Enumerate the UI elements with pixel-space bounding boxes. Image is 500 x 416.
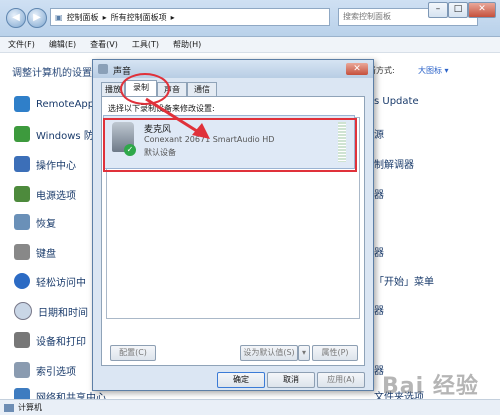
properties-button[interactable]: 属性(P) [312, 345, 358, 361]
cp-item-recovery[interactable]: 恢复 [14, 214, 56, 230]
cp-item-start-menu[interactable]: 「开始」菜单 [374, 273, 434, 288]
address-bar[interactable]: ▣ 控制面板 ▸ 所有控制面板项 ▸ [50, 8, 330, 26]
chevron-right-icon: ▸ [170, 12, 175, 22]
set-default-dropdown[interactable]: ▾ [298, 345, 310, 361]
speaker-icon [98, 64, 108, 74]
menu-bar: 文件(F) 编辑(E) 查看(V) 工具(T) 帮助(H) [0, 37, 500, 53]
indexing-icon [14, 362, 30, 378]
flag-icon [14, 156, 30, 172]
keyboard-icon [14, 244, 30, 260]
cp-item-ease-of-access[interactable]: 轻松访问中 [14, 273, 86, 289]
menu-file[interactable]: 文件(F) [8, 37, 35, 52]
cp-item-power-options[interactable]: 电源选项 [14, 186, 76, 202]
maximize-button[interactable]: □ [448, 2, 468, 18]
annotation-arrow [145, 97, 210, 139]
breadcrumb-1[interactable]: 所有控制面板项 [111, 12, 167, 23]
menu-view[interactable]: 查看(V) [90, 37, 118, 52]
back-button[interactable]: ◀ [6, 8, 26, 28]
cp-item-indexing[interactable]: 索引选项 [14, 362, 76, 378]
apply-button[interactable]: 应用(A) [317, 372, 365, 388]
cp-item-action-center[interactable]: 操作中心 [14, 156, 76, 172]
folder-icon: ▣ [55, 12, 63, 22]
recovery-icon [14, 214, 30, 230]
page-title: 调整计算机的设置 [12, 68, 92, 79]
status-text: 计算机 [18, 403, 42, 412]
printer-icon [14, 332, 30, 348]
cp-item-date-time[interactable]: 日期和时间 [14, 302, 88, 320]
cp-item-right-5[interactable]: 器 [374, 244, 384, 259]
set-default-button[interactable]: 设为默认值(S) [240, 345, 298, 361]
cp-item-modem[interactable]: 制解调器 [374, 156, 414, 171]
cp-item-devices-printers[interactable]: 设备和打印 [14, 332, 86, 348]
accessibility-icon [14, 273, 30, 289]
clock-icon [14, 302, 32, 320]
dialog-title: 声音 [113, 67, 132, 77]
chevron-right-icon: ▸ [102, 12, 107, 22]
forward-button[interactable]: ▶ [27, 8, 47, 28]
menu-help[interactable]: 帮助(H) [173, 37, 201, 52]
cp-item-keyboard[interactable]: 键盘 [14, 244, 56, 260]
remoteapp-icon [14, 96, 30, 112]
close-button[interactable]: ✕ [468, 2, 496, 18]
battery-icon [14, 186, 30, 202]
breadcrumb-0[interactable]: 控制面板 [67, 12, 99, 23]
watermark: Bai 经验 [382, 374, 479, 399]
minimize-button[interactable]: – [428, 2, 448, 18]
dialog-close-button[interactable]: ✕ [346, 63, 368, 75]
cp-item-right-4[interactable]: 器 [374, 186, 384, 201]
cp-item-remoteapp[interactable]: RemoteApp [14, 96, 94, 112]
status-bar: 计算机 [0, 399, 500, 415]
cp-item-windows-update[interactable]: s Update [374, 96, 419, 107]
ok-button[interactable]: 确定 [217, 372, 265, 388]
firewall-icon [14, 126, 30, 142]
menu-edit[interactable]: 编辑(E) [49, 37, 76, 52]
cp-item-right-2[interactable]: 源 [374, 126, 384, 141]
sound-dialog: 声音 ✕ 播放 录制 声音 通信 选择以下录制设备来修改设置: 配置(C) 设为… [92, 59, 374, 391]
cp-item-windows-firewall[interactable]: Windows 防 [14, 126, 94, 142]
configure-button[interactable]: 配置(C) [110, 345, 156, 361]
cp-item-right-7[interactable]: 器 [374, 302, 384, 317]
cancel-button[interactable]: 取消 [267, 372, 315, 388]
menu-tools[interactable]: 工具(T) [132, 37, 159, 52]
computer-icon [4, 404, 14, 412]
view-by-dropdown[interactable]: 大图标 ▾ [418, 65, 449, 76]
